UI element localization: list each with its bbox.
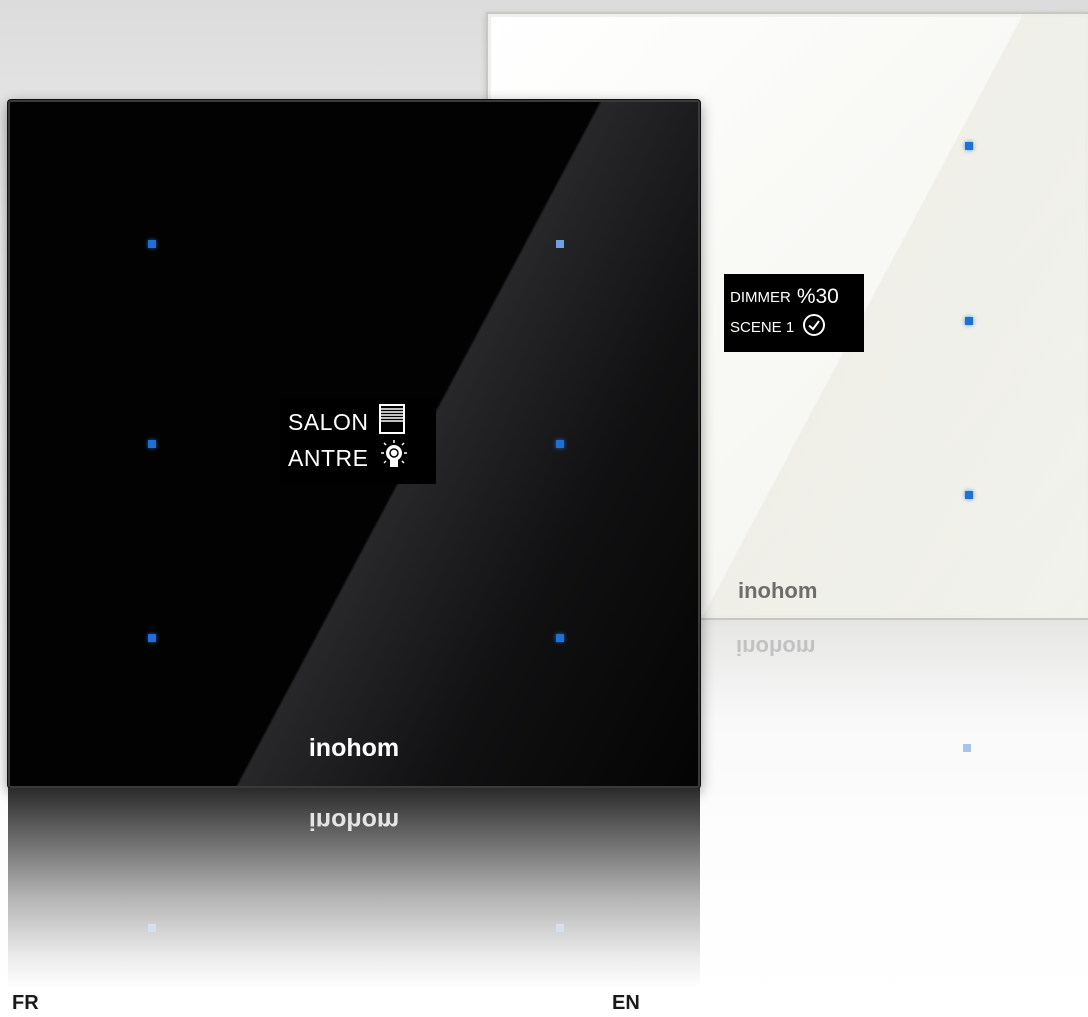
window-blind-icon — [378, 404, 406, 440]
scene-label: SCENE 1 — [730, 318, 795, 336]
en-led-bottom[interactable] — [965, 491, 973, 499]
fr-switch-panel: SALON ANTRE inohom — [8, 100, 700, 788]
fr-display-row-salon: SALON — [288, 404, 428, 440]
en-brand-logo-reflection: inohom — [736, 635, 816, 660]
en-brand-logo: inohom — [738, 578, 818, 603]
fr-led-top-left[interactable] — [148, 240, 156, 248]
en-display-row-scene: SCENE 1 — [730, 312, 858, 342]
light-bulb-icon — [378, 439, 410, 477]
fr-led-bottom-left[interactable] — [148, 634, 156, 642]
en-led-middle[interactable] — [965, 317, 973, 325]
fr-display-row-antre: ANTRE — [288, 440, 428, 476]
salon-label: SALON — [288, 408, 369, 435]
fr-led-reflection-right — [556, 924, 564, 932]
en-oled-display: DIMMER %30 SCENE 1 — [724, 274, 864, 352]
en-led-reflection — [963, 744, 971, 752]
fr-panel-reflection: inohom — [8, 788, 700, 988]
clock-check-icon — [802, 313, 826, 341]
antre-label: ANTRE — [288, 444, 369, 471]
fr-language-label: FR — [12, 992, 39, 1014]
en-language-label: EN — [612, 992, 640, 1014]
fr-led-middle-right[interactable] — [556, 440, 564, 448]
fr-led-bottom-right[interactable] — [556, 634, 564, 642]
dimmer-value: %30 — [796, 285, 839, 308]
fr-oled-display: SALON ANTRE — [280, 398, 436, 484]
fr-led-top-right[interactable] — [556, 240, 564, 248]
en-display-row-dimmer: DIMMER %30 — [730, 282, 858, 312]
en-led-top[interactable] — [965, 142, 973, 150]
fr-led-middle-left[interactable] — [148, 440, 156, 448]
fr-brand-logo-reflection: inohom — [308, 807, 400, 835]
fr-brand-logo: inohom — [308, 734, 400, 762]
fr-led-reflection-left — [148, 924, 156, 932]
dimmer-label: DIMMER — [730, 288, 791, 306]
